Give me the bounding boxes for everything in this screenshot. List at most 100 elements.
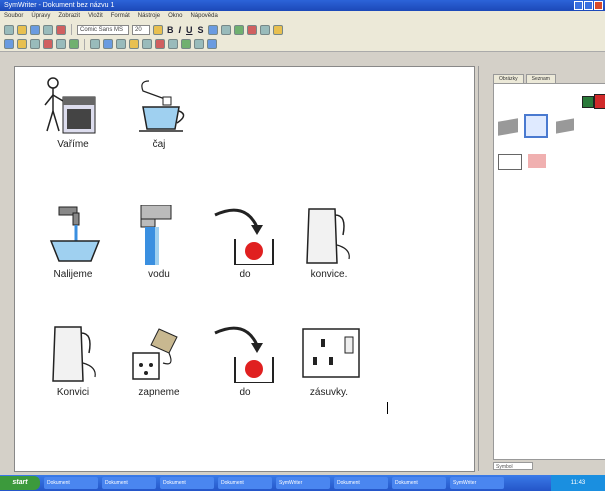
menu-tools[interactable]: Nástroje (138, 11, 160, 22)
kettle-icon (52, 326, 96, 382)
spell-icon[interactable] (43, 39, 53, 49)
document-area[interactable]: Vaříme čaj Nalijeme vodu do konvice. Kon… (14, 66, 475, 472)
symbol-label: čaj (152, 139, 166, 150)
font-size-select[interactable]: 20 (132, 24, 150, 35)
symbol-label: Nalijeme (53, 269, 93, 280)
pour-water-icon (49, 206, 101, 262)
line-icon[interactable] (116, 39, 126, 49)
cooking-person-icon (44, 77, 96, 134)
picture-icon[interactable] (220, 24, 231, 35)
paint-icon[interactable] (17, 39, 27, 49)
symbol-label: zapneme (138, 387, 180, 398)
speak-icon[interactable] (56, 24, 66, 35)
maximize-button[interactable] (584, 1, 593, 10)
symbol-word[interactable]: do (205, 205, 285, 291)
color-icon[interactable] (153, 24, 163, 35)
undo-icon[interactable] (246, 24, 257, 35)
taskbar-item[interactable]: SymWriter (276, 477, 330, 489)
clock: 11:43 (551, 475, 605, 491)
window-title: SymWriter - Dokument bez názvu 1 (4, 2, 115, 9)
menu-edit[interactable]: Úpravy (31, 11, 50, 22)
shape-icon[interactable] (155, 39, 165, 49)
socket-choice-icon[interactable] (524, 114, 548, 138)
symbol-word[interactable]: Vaříme (33, 75, 113, 161)
border-icon[interactable] (90, 39, 100, 49)
bold-button[interactable]: B (166, 25, 175, 35)
zoom-icon[interactable] (272, 24, 283, 35)
italic-button[interactable]: I (178, 25, 183, 35)
taskbar-item[interactable]: Dokument (334, 477, 388, 489)
menu-format[interactable]: Formát (111, 11, 130, 22)
menu-bar: Soubor Úpravy Zobrazit Vložit Formát Nás… (0, 11, 605, 22)
close-button[interactable] (594, 1, 603, 10)
symbol-choices[interactable] (493, 83, 605, 460)
taskbar-item[interactable]: Dokument (392, 477, 446, 489)
underline-button[interactable]: U (185, 25, 194, 35)
symbol-label: Konvici (56, 387, 90, 398)
symbol-label: vodu (148, 269, 170, 280)
indent-icon[interactable] (4, 39, 14, 49)
plug-choice-icon[interactable] (498, 118, 518, 136)
panel-status: Symbol (493, 462, 533, 470)
menu-view[interactable]: Zobrazit (58, 11, 80, 22)
symbol-word[interactable]: konvice. (289, 205, 369, 291)
check-icon[interactable] (181, 39, 191, 49)
symbol-panel: Obrázky Seznam Symbol (478, 66, 605, 471)
list-icon[interactable] (56, 39, 66, 49)
print-icon[interactable] (43, 24, 53, 35)
symbol-word[interactable]: do (205, 323, 285, 409)
font-name-select[interactable]: Comic Sans MS (77, 24, 129, 35)
arrow-icon[interactable] (142, 39, 152, 49)
into-arrow-icon (214, 326, 274, 383)
redo-icon[interactable] (259, 24, 270, 35)
symbol-icon[interactable] (233, 24, 244, 35)
taskbar-item[interactable]: Dokument (44, 477, 98, 489)
symbol-word[interactable]: Nalijeme (33, 205, 113, 291)
taskbar-item[interactable]: Dokument (218, 477, 272, 489)
formatting-toolbar (0, 37, 605, 52)
fill-icon[interactable] (103, 39, 113, 49)
open-folder-icon[interactable] (17, 24, 27, 35)
table-icon[interactable] (30, 39, 40, 49)
taskbar-item[interactable]: Dokument (102, 477, 156, 489)
plug-in-icon (132, 328, 178, 380)
symbol-word[interactable]: zapneme (119, 323, 199, 409)
symbol-word[interactable]: zásuvky. (289, 323, 369, 409)
settings-icon[interactable] (207, 39, 217, 49)
symbol-word[interactable]: Konvici (33, 323, 113, 409)
align-icon[interactable] (207, 24, 218, 35)
new-document-icon[interactable] (4, 24, 14, 35)
symbol-label: do (239, 387, 251, 398)
symbol-label: konvice. (310, 269, 348, 280)
text-cursor (387, 402, 388, 414)
taskbar-item[interactable]: SymWriter (450, 477, 504, 489)
outline-choice-icon[interactable] (498, 154, 522, 170)
water-tap-icon (140, 205, 172, 265)
frame-icon[interactable] (129, 39, 139, 49)
power-socket-icon (302, 328, 360, 378)
minimize-button[interactable] (574, 1, 583, 10)
text-icon[interactable] (168, 39, 178, 49)
pink-choice-icon[interactable] (528, 154, 546, 168)
standard-toolbar: Comic Sans MS 20 B I U S (0, 22, 605, 37)
plug-alt-choice-icon[interactable] (556, 118, 574, 134)
start-button[interactable]: start (0, 476, 40, 490)
strike-button[interactable]: S (197, 25, 205, 35)
symbol-word[interactable]: čaj (119, 75, 199, 161)
menu-window[interactable]: Okno (168, 11, 182, 22)
tea-cup-icon (139, 80, 185, 132)
grid-icon[interactable] (69, 39, 79, 49)
symbol-label: Vaříme (57, 139, 89, 150)
kettle-icon (306, 208, 350, 264)
menu-help[interactable]: Nápověda (190, 11, 217, 22)
green-icon[interactable] (582, 96, 594, 108)
menu-insert[interactable]: Vložit (88, 11, 103, 22)
red-icon[interactable] (594, 94, 605, 109)
save-icon[interactable] (30, 24, 40, 35)
taskbar-item[interactable]: Dokument (160, 477, 214, 489)
into-arrow-icon (214, 208, 274, 265)
symbol-word[interactable]: vodu (119, 205, 199, 291)
layout-icon[interactable] (194, 39, 204, 49)
title-bar: SymWriter - Dokument bez názvu 1 (0, 0, 605, 11)
menu-file[interactable]: Soubor (4, 11, 23, 22)
